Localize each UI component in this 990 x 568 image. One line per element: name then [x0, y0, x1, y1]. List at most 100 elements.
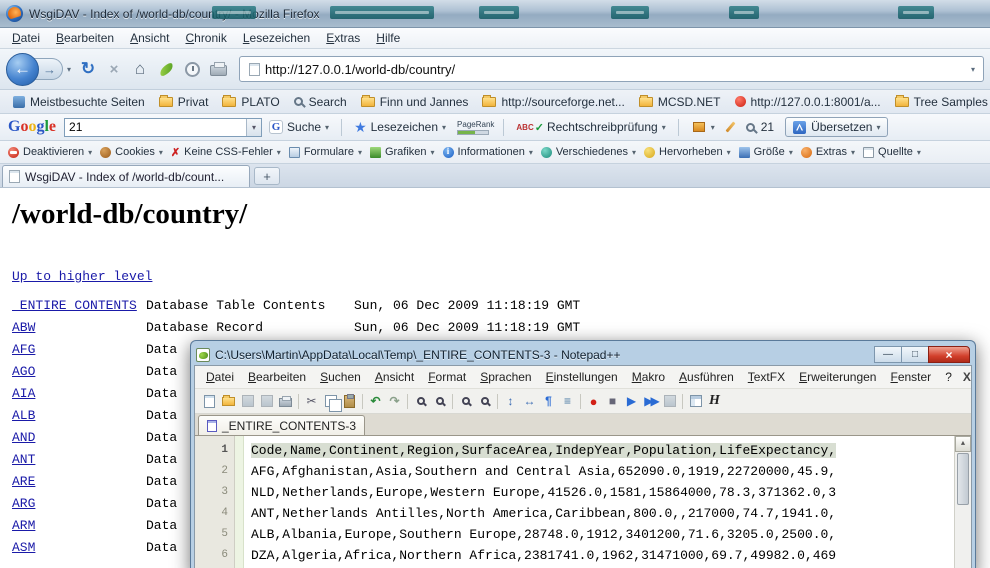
entry-link[interactable]: ASM	[12, 540, 146, 555]
webdev-css-errors[interactable]: ✗Keine CSS-Fehler▾	[167, 144, 285, 161]
webdev-cookies[interactable]: Cookies▾	[96, 144, 167, 160]
webdev-extras[interactable]: Extras▾	[797, 144, 859, 160]
history-clock-icon[interactable]	[180, 56, 204, 82]
url-dropdown-icon[interactable]: ▾	[967, 65, 979, 74]
npp-menu-erweiterungen[interactable]: Erweiterungen	[792, 368, 883, 386]
pagerank-widget[interactable]: PageRank	[457, 120, 494, 135]
highlight-counter[interactable]: 21	[741, 118, 779, 136]
save-macro-icon[interactable]	[661, 393, 678, 409]
save-icon[interactable]	[239, 393, 256, 409]
play-macro-multi-icon[interactable]: ▶▶	[642, 393, 659, 409]
stop-button[interactable]: ×	[102, 56, 126, 82]
entry-link[interactable]: AND	[12, 430, 146, 445]
sync-vertical-icon[interactable]: ↕	[502, 393, 519, 409]
entry-link[interactable]: ARE	[12, 474, 146, 489]
npp-menu-einstellungen[interactable]: Einstellungen	[539, 368, 625, 386]
record-macro-icon[interactable]: ●	[585, 393, 602, 409]
entry-link[interactable]: AIA	[12, 386, 146, 401]
zoom-out-icon[interactable]	[476, 393, 493, 409]
npp-menu-bearbeiten[interactable]: Bearbeiten	[241, 368, 313, 386]
entry-link[interactable]: ALB	[12, 408, 146, 423]
npp-menu-sprachen[interactable]: Sprachen	[473, 368, 538, 386]
url-input[interactable]	[265, 62, 967, 77]
open-folder-icon[interactable]	[220, 393, 237, 409]
doc-switcher-icon[interactable]	[687, 393, 704, 409]
home-button[interactable]: ⌂	[128, 56, 152, 82]
paste-icon[interactable]	[341, 393, 358, 409]
entry-link[interactable]: AGO	[12, 364, 146, 379]
tab-wsgidav[interactable]: WsgiDAV - Index of /world-db/count...	[2, 165, 250, 187]
entry-link[interactable]: ARM	[12, 518, 146, 533]
cut-icon[interactable]: ✂	[303, 393, 320, 409]
minimize-button[interactable]: —	[874, 346, 902, 363]
bookmark-tree-samples[interactable]: Tree Samples	[888, 93, 990, 111]
entry-link[interactable]: ARG	[12, 496, 146, 511]
stop-macro-icon[interactable]: ■	[604, 393, 621, 409]
webdev-groesse[interactable]: Größe▾	[735, 144, 797, 160]
indent-guide-icon[interactable]: ≡	[559, 393, 576, 409]
zoom-in-icon[interactable]	[457, 393, 474, 409]
bookmark-privat[interactable]: Privat	[152, 93, 216, 111]
redo-icon[interactable]: ↷	[386, 393, 403, 409]
bookmark-mcsd[interactable]: MCSD.NET	[632, 93, 728, 111]
print-button[interactable]	[206, 56, 230, 82]
webdev-informationen[interactable]: Informationen▾	[439, 144, 537, 160]
document-tab[interactable]: _ENTIRE_CONTENTS-3	[198, 415, 365, 435]
firefox-titlebar[interactable]: WsgiDAV - Index of /world-db/country/ - …	[0, 0, 990, 28]
webdev-deaktivieren[interactable]: Deaktivieren▾	[4, 144, 96, 160]
vertical-scrollbar[interactable]: ▲	[954, 436, 971, 568]
webdev-quelltext[interactable]: Quellte▾	[859, 144, 925, 160]
reload-button[interactable]: ↻	[76, 56, 100, 82]
sidewiki-button[interactable]: ▾	[686, 120, 720, 134]
webdev-hervorheben[interactable]: Hervorheben▾	[640, 144, 735, 160]
google-search-box[interactable]: ▾	[64, 118, 262, 137]
back-button[interactable]: ←	[6, 53, 39, 86]
sync-horizontal-icon[interactable]: ↔	[521, 393, 538, 409]
bookmark-finn-und-jannes[interactable]: Finn und Jannes	[354, 93, 476, 111]
npp-menu-datei[interactable]: Datei	[199, 368, 241, 386]
bookmark-most-visited[interactable]: Meistbesuchte Seiten	[6, 93, 152, 111]
npp-menu-help[interactable]: ?	[938, 368, 959, 386]
menu-bearbeiten[interactable]: Bearbeiten	[48, 29, 122, 47]
spellcheck-button[interactable]: ABC✓Rechtschreibprüfung▾	[511, 118, 670, 136]
menu-hilfe[interactable]: Hilfe	[368, 29, 408, 47]
bookmark-plato[interactable]: PLATO	[215, 93, 286, 111]
webdev-grafiken[interactable]: Grafiken▾	[366, 144, 439, 160]
url-bar[interactable]: ▾	[239, 56, 984, 82]
menu-ansicht[interactable]: Ansicht	[122, 29, 177, 47]
bookmark-search[interactable]: Search	[287, 93, 354, 111]
textfx-icon[interactable]: H	[706, 393, 723, 409]
scrollbar-thumb[interactable]	[957, 453, 969, 505]
undo-icon[interactable]: ↶	[367, 393, 384, 409]
webdev-formulare[interactable]: Formulare▾	[285, 144, 366, 160]
entry-link[interactable]: _ENTIRE_CONTENTS	[12, 298, 146, 313]
npp-menu-suchen[interactable]: Suchen	[313, 368, 368, 386]
save-all-icon[interactable]	[258, 393, 275, 409]
entry-link[interactable]: ANT	[12, 452, 146, 467]
menu-extras[interactable]: Extras	[318, 29, 368, 47]
copy-icon[interactable]	[322, 393, 339, 409]
history-dropdown-icon[interactable]: ▾	[63, 65, 75, 74]
menu-datei[interactable]: Datei	[4, 29, 48, 47]
menu-lesezeichen[interactable]: Lesezeichen	[235, 29, 318, 47]
npp-menu-makro[interactable]: Makro	[625, 368, 672, 386]
maximize-button[interactable]: □	[901, 346, 929, 363]
entry-link[interactable]: AFG	[12, 342, 146, 357]
google-bookmarks-button[interactable]: ★Lesezeichen▾	[349, 117, 451, 138]
search-history-dropdown-icon[interactable]: ▾	[246, 119, 261, 136]
play-macro-icon[interactable]: ▶	[623, 393, 640, 409]
close-button[interactable]: ×	[928, 346, 970, 363]
npp-menu-ausfuehren[interactable]: Ausführen	[672, 368, 741, 386]
npp-close-document-button[interactable]: X	[959, 370, 972, 384]
up-to-higher-level-link[interactable]: Up to higher level	[12, 269, 152, 284]
translate-button[interactable]: Übersetzen▾	[785, 117, 888, 137]
print-icon[interactable]	[277, 393, 294, 409]
menu-chronik[interactable]: Chronik	[177, 29, 234, 47]
notepad-titlebar[interactable]: C:\Users\Martin\AppData\Local\Temp\_ENTI…	[194, 344, 972, 365]
entry-link[interactable]: ABW	[12, 320, 146, 335]
replace-icon[interactable]	[431, 393, 448, 409]
google-search-button[interactable]: GSuche▾	[264, 118, 334, 136]
new-tab-button[interactable]: +	[254, 167, 280, 185]
leaf-addon-icon[interactable]	[154, 56, 178, 82]
show-all-chars-icon[interactable]: ¶	[540, 393, 557, 409]
